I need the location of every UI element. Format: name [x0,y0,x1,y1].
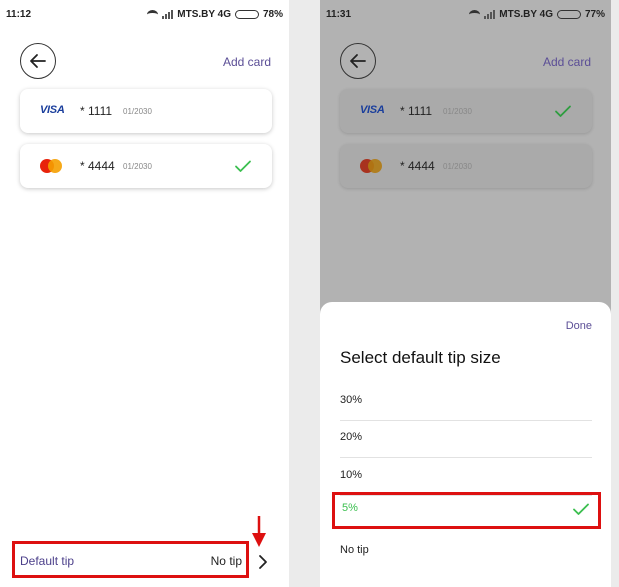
tip-option-10[interactable]: 10% [340,459,592,496]
tip-option-no-tip[interactable]: No tip [340,534,592,571]
card-mastercard[interactable]: * 4444 01/2030 [340,144,592,188]
arrow-left-icon [30,54,46,68]
mastercard-logo [360,159,382,173]
right-screen: 11:31 MTS.BY 4G 77% Add card VISA * 1111… [320,0,611,587]
card-number: * 1111 [80,104,113,118]
check-icon [235,160,251,172]
done-button[interactable]: Done [566,320,592,332]
wifi-icon [469,10,481,19]
check-icon [573,503,589,515]
card-number: * 1111 [400,104,433,118]
card-expiry: 01/2030 [123,107,152,116]
tip-option-30[interactable]: 30% [340,384,592,421]
battery-percent: 78% [262,9,283,20]
mastercard-logo [40,159,62,173]
card-number: * 4444 [80,159,115,173]
battery-percent: 77% [584,9,605,20]
default-tip-value: No tip [210,554,242,568]
back-button[interactable] [340,43,376,79]
carrier-label: MTS.BY 4G [499,9,553,20]
back-button[interactable] [20,43,56,79]
carrier-label: MTS.BY 4G [177,9,231,20]
battery-icon [234,10,259,19]
default-tip-row[interactable]: Default tip No tip [12,541,249,578]
add-card-button[interactable]: Add card [223,55,271,69]
tip-option-20[interactable]: 20% [340,421,592,458]
left-screen: 11:12 MTS.BY 4G 78% Add card VISA * 1111… [0,0,289,587]
status-bar: 11:12 MTS.BY 4G 78% [0,0,289,28]
signal-icon [162,10,174,19]
card-visa[interactable]: VISA * 1111 01/2030 [340,89,592,133]
check-icon [555,105,571,117]
sheet-title: Select default tip size [340,348,501,367]
battery-icon [556,10,581,19]
signal-icon [484,10,496,19]
tip-option-label: No tip [340,544,369,556]
default-tip-label: Default tip [20,554,75,568]
tip-size-sheet: Done Select default tip size 30% 20% 10%… [320,302,611,587]
tip-option-5[interactable]: 5% [332,492,601,529]
card-expiry: 01/2030 [443,107,472,116]
wifi-icon [147,10,159,19]
card-visa[interactable]: VISA * 1111 01/2030 [20,89,272,133]
tip-option-label: 30% [340,394,363,406]
add-card-button[interactable]: Add card [543,55,591,69]
tip-option-label: 20% [340,431,363,443]
arrow-left-icon [350,54,366,68]
card-mastercard[interactable]: * 4444 01/2030 [20,144,272,188]
status-bar: 11:31 MTS.BY 4G 77% [320,0,611,28]
visa-logo: VISA [40,104,65,116]
status-time: 11:31 [326,9,352,20]
card-expiry: 01/2030 [443,162,472,171]
visa-logo: VISA [360,104,385,116]
status-time: 11:12 [6,9,32,20]
tip-option-label: 10% [340,469,363,481]
card-expiry: 01/2030 [123,162,152,171]
annotation-arrow-icon [252,516,266,547]
card-number: * 4444 [400,159,435,173]
chevron-right-icon[interactable] [257,554,269,570]
tip-option-label: 5% [342,502,358,514]
